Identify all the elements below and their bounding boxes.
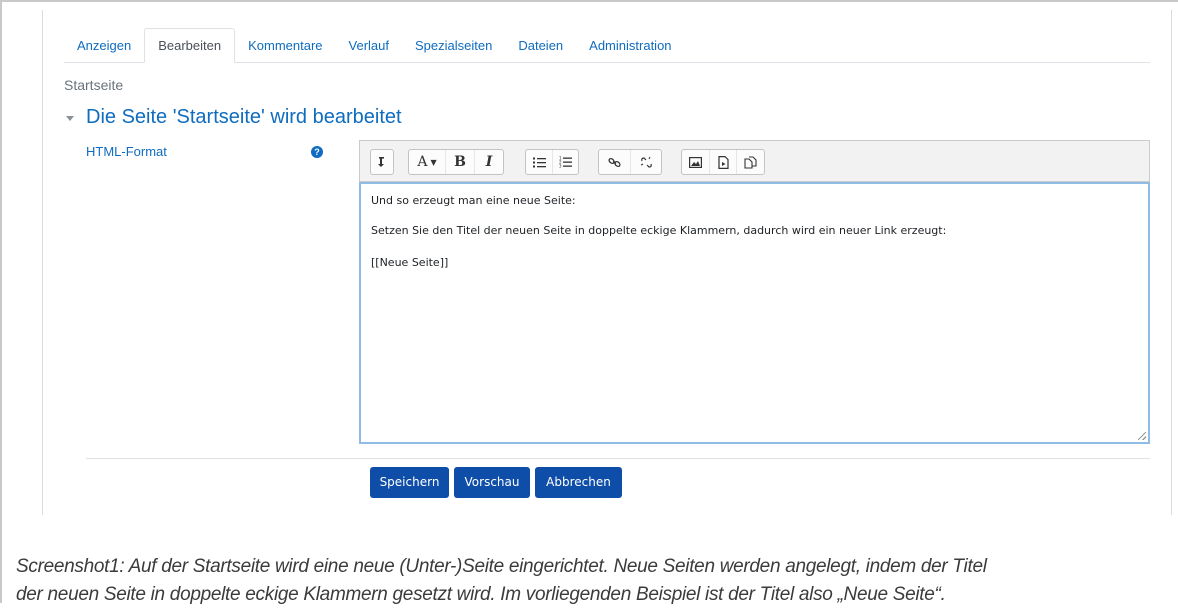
link-icon (608, 157, 621, 167)
svg-text:3: 3 (559, 164, 562, 169)
unordered-list-button[interactable] (526, 150, 552, 174)
tab-spezialseiten[interactable]: Spezialseiten (402, 29, 505, 62)
italic-button[interactable]: I (474, 150, 503, 174)
section-title: Die Seite 'Startseite' wird bearbeitet (86, 106, 402, 128)
bold-button[interactable]: B (445, 150, 474, 174)
tab-bearbeiten[interactable]: Bearbeiten (144, 28, 236, 63)
tab-verlauf[interactable]: Verlauf (336, 29, 402, 62)
toolbar-group-links (598, 149, 662, 175)
manage-files-button[interactable] (736, 150, 763, 174)
editor-line-2: Setzen Sie den Titel der neuen Seite in … (371, 224, 947, 237)
manage-files-icon (743, 155, 757, 169)
font-style-icon: A (417, 154, 428, 170)
dropdown-arrow-icon: ▼ (430, 157, 437, 167)
save-button[interactable]: Speichern (370, 467, 449, 498)
collapse-caret-icon[interactable] (66, 116, 74, 121)
field-label-html-format: HTML-Format (86, 144, 167, 159)
editor-line-3: [[Neue Seite]] (371, 256, 449, 269)
toolbar-group-collapse (370, 149, 394, 175)
preview-button[interactable]: Vorschau (454, 467, 530, 498)
tab-administration[interactable]: Administration (576, 29, 684, 62)
caption-line-1: Screenshot1: Auf der Startseite wird ein… (16, 556, 987, 577)
toolbar-group-lists: 1 2 3 (525, 149, 579, 175)
insert-image-button[interactable] (682, 150, 709, 174)
tab-bar: Anzeigen Bearbeiten Kommentare Verlauf S… (64, 28, 1150, 63)
ordered-list-button[interactable]: 1 2 3 (552, 150, 578, 174)
collapse-toolbar-button[interactable] (371, 150, 393, 174)
editor-content-area[interactable]: Und so erzeugt man eine neue Seite: Setz… (359, 182, 1150, 444)
section-header[interactable]: Die Seite 'Startseite' wird bearbeitet (66, 106, 402, 129)
editor-line-1: Und so erzeugt man eine neue Seite: (371, 194, 576, 207)
form-divider (86, 458, 1150, 459)
tab-kommentare[interactable]: Kommentare (235, 29, 335, 62)
breadcrumb: Startseite (64, 77, 124, 93)
cancel-button[interactable]: Abbrechen (535, 467, 622, 498)
editor-toolbar: A ▼ B I 1 2 3 (359, 140, 1150, 182)
link-button[interactable] (599, 150, 630, 174)
question-circle-icon[interactable]: ? (311, 146, 323, 158)
unlink-icon (640, 156, 652, 168)
font-style-button[interactable]: A ▼ (409, 150, 445, 174)
tab-dateien[interactable]: Dateien (505, 29, 576, 62)
figure-caption: Screenshot1: Auf der Startseite wird ein… (16, 553, 1176, 609)
insert-image-icon (689, 156, 702, 168)
resize-handle-icon[interactable] (1138, 432, 1146, 440)
caption-line-2: der neuen Seite in doppelte eckige Klamm… (16, 584, 946, 605)
insert-media-icon (717, 155, 729, 169)
ordered-list-icon: 1 2 3 (559, 156, 572, 168)
unlink-button[interactable] (630, 150, 661, 174)
toolbar-group-style: A ▼ B I (408, 149, 504, 175)
unordered-list-icon (532, 157, 546, 167)
collapse-icon (378, 157, 384, 167)
insert-media-button[interactable] (709, 150, 736, 174)
toolbar-group-media (681, 149, 765, 175)
tab-anzeigen[interactable]: Anzeigen (64, 29, 144, 62)
